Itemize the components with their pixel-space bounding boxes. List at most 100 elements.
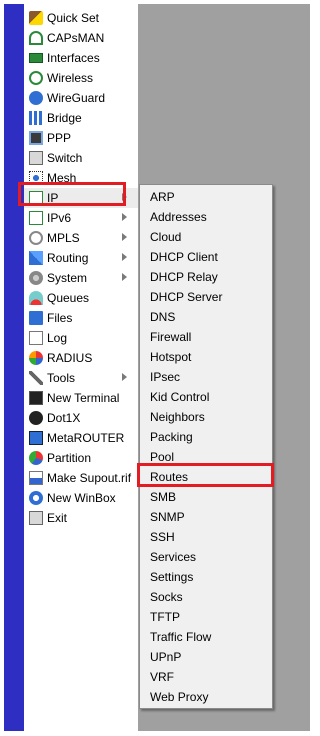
supout-icon: [29, 471, 43, 485]
menu-item-wireguard[interactable]: WireGuard: [24, 88, 138, 108]
tools-icon: [29, 371, 43, 385]
submenu-item-pool[interactable]: Pool: [140, 447, 272, 467]
menu-item-label: Tools: [47, 371, 76, 385]
menu-item-quick-set[interactable]: Quick Set: [24, 8, 138, 28]
menu-item-mpls[interactable]: MPLS: [24, 228, 138, 248]
submenu-item-kid-control[interactable]: Kid Control: [140, 387, 272, 407]
submenu-item-dns[interactable]: DNS: [140, 307, 272, 327]
radius-icon: [29, 351, 43, 365]
menu-item-label: New WinBox: [47, 491, 116, 505]
submenu-item-label: DHCP Server: [150, 290, 223, 304]
submenu-item-packing[interactable]: Packing: [140, 427, 272, 447]
submenu-item-label: DNS: [150, 310, 176, 324]
submenu-item-label: UPnP: [150, 650, 182, 664]
menu-item-label: Files: [47, 311, 73, 325]
menu-item-metarouter[interactable]: MetaROUTER: [24, 428, 138, 448]
submenu-item-socks[interactable]: Socks: [140, 587, 272, 607]
menu-item-bridge[interactable]: Bridge: [24, 108, 138, 128]
menu-item-label: Quick Set: [47, 11, 100, 25]
submenu-item-arp[interactable]: ARP: [140, 187, 272, 207]
menu-item-label: New Terminal: [47, 391, 120, 405]
menu-item-partition[interactable]: Partition: [24, 448, 138, 468]
submenu-item-services[interactable]: Services: [140, 547, 272, 567]
menu-item-mesh[interactable]: Mesh: [24, 168, 138, 188]
menu-item-new-winbox[interactable]: New WinBox: [24, 488, 138, 508]
submenu-item-cloud[interactable]: Cloud: [140, 227, 272, 247]
exit-icon: [29, 511, 43, 525]
menu-item-label: Exit: [47, 511, 68, 525]
submenu-arrow-icon: [122, 253, 127, 261]
routing-icon: [29, 251, 43, 265]
menu-item-ppp[interactable]: PPP: [24, 128, 138, 148]
submenu-item-smb[interactable]: SMB: [140, 487, 272, 507]
submenu-item-settings[interactable]: Settings: [140, 567, 272, 587]
submenu-item-hotspot[interactable]: Hotspot: [140, 347, 272, 367]
menu-item-label: Partition: [47, 451, 92, 465]
menu-item-label: Queues: [47, 291, 90, 305]
submenu-item-label: ARP: [150, 190, 175, 204]
menu-item-label: Wireless: [47, 71, 94, 85]
menu-item-routing[interactable]: Routing: [24, 248, 138, 268]
submenu-item-upnp[interactable]: UPnP: [140, 647, 272, 667]
menu-item-label: Routing: [47, 251, 89, 265]
menu-item-ip[interactable]: IP: [24, 188, 138, 208]
submenu-item-label: Services: [150, 550, 197, 564]
quick-set-wand-icon: [29, 11, 43, 25]
submenu-item-routes[interactable]: Routes: [140, 467, 272, 487]
submenu-item-ipsec[interactable]: IPsec: [140, 367, 272, 387]
menu-item-exit[interactable]: Exit: [24, 508, 138, 528]
menu-item-interfaces[interactable]: Interfaces: [24, 48, 138, 68]
menu-item-new-terminal[interactable]: New Terminal: [24, 388, 138, 408]
submenu-item-label: Packing: [150, 430, 193, 444]
submenu-item-dhcp-client[interactable]: DHCP Client: [140, 247, 272, 267]
submenu-arrow-icon: [122, 233, 127, 241]
menu-item-log[interactable]: Log: [24, 328, 138, 348]
submenu-item-snmp[interactable]: SNMP: [140, 507, 272, 527]
menu-item-label: IPv6: [47, 211, 72, 225]
submenu-item-ssh[interactable]: SSH: [140, 527, 272, 547]
menu-item-label: Bridge: [47, 111, 82, 125]
menu-item-wireless[interactable]: Wireless: [24, 68, 138, 88]
menu-item-files[interactable]: Files: [24, 308, 138, 328]
submenu-item-dhcp-relay[interactable]: DHCP Relay: [140, 267, 272, 287]
submenu-item-traffic-flow[interactable]: Traffic Flow: [140, 627, 272, 647]
submenu-item-tftp[interactable]: TFTP: [140, 607, 272, 627]
menu-item-capsman[interactable]: CAPsMAN: [24, 28, 138, 48]
menu-item-make-supout-rif[interactable]: Make Supout.rif: [24, 468, 138, 488]
submenu-item-firewall[interactable]: Firewall: [140, 327, 272, 347]
menu-item-switch[interactable]: Switch: [24, 148, 138, 168]
switch-icon: [29, 151, 43, 165]
dot1x-icon: [29, 411, 43, 425]
menu-item-label: Dot1X: [47, 411, 81, 425]
mesh-icon: [29, 171, 43, 185]
main-menu: Quick Set CAPsMAN Interfaces Wireless WireGu…: [24, 4, 138, 731]
files-folder-icon: [29, 311, 43, 325]
menu-item-queues[interactable]: Queues: [24, 288, 138, 308]
ip-icon: [29, 191, 43, 205]
winbox-side-bar: [4, 4, 24, 731]
menu-item-label: CAPsMAN: [47, 31, 105, 45]
submenu-item-neighbors[interactable]: Neighbors: [140, 407, 272, 427]
menu-item-label: Log: [47, 331, 68, 345]
menu-item-label: RADIUS: [47, 351, 93, 365]
menu-item-dot1x[interactable]: Dot1X: [24, 408, 138, 428]
menu-item-system[interactable]: System: [24, 268, 138, 288]
menu-item-label: WireGuard: [47, 91, 106, 105]
submenu-item-label: Hotspot: [150, 350, 192, 364]
submenu-item-label: DHCP Relay: [150, 270, 218, 284]
submenu-item-vrf[interactable]: VRF: [140, 667, 272, 687]
wireless-antenna-icon: [29, 71, 43, 85]
submenu-item-label: Neighbors: [150, 410, 205, 424]
submenu-item-addresses[interactable]: Addresses: [140, 207, 272, 227]
menu-item-radius[interactable]: RADIUS: [24, 348, 138, 368]
submenu-item-dhcp-server[interactable]: DHCP Server: [140, 287, 272, 307]
menu-item-label: Switch: [47, 151, 83, 165]
menu-item-label: MPLS: [47, 231, 80, 245]
submenu-item-label: VRF: [150, 670, 174, 684]
menu-item-tools[interactable]: Tools: [24, 368, 138, 388]
menu-item-label: MetaROUTER: [47, 431, 125, 445]
submenu-item-web-proxy[interactable]: Web Proxy: [140, 687, 272, 707]
log-icon: [29, 331, 43, 345]
menu-item-ipv6[interactable]: IPv6: [24, 208, 138, 228]
menu-item-label: Interfaces: [47, 51, 100, 65]
